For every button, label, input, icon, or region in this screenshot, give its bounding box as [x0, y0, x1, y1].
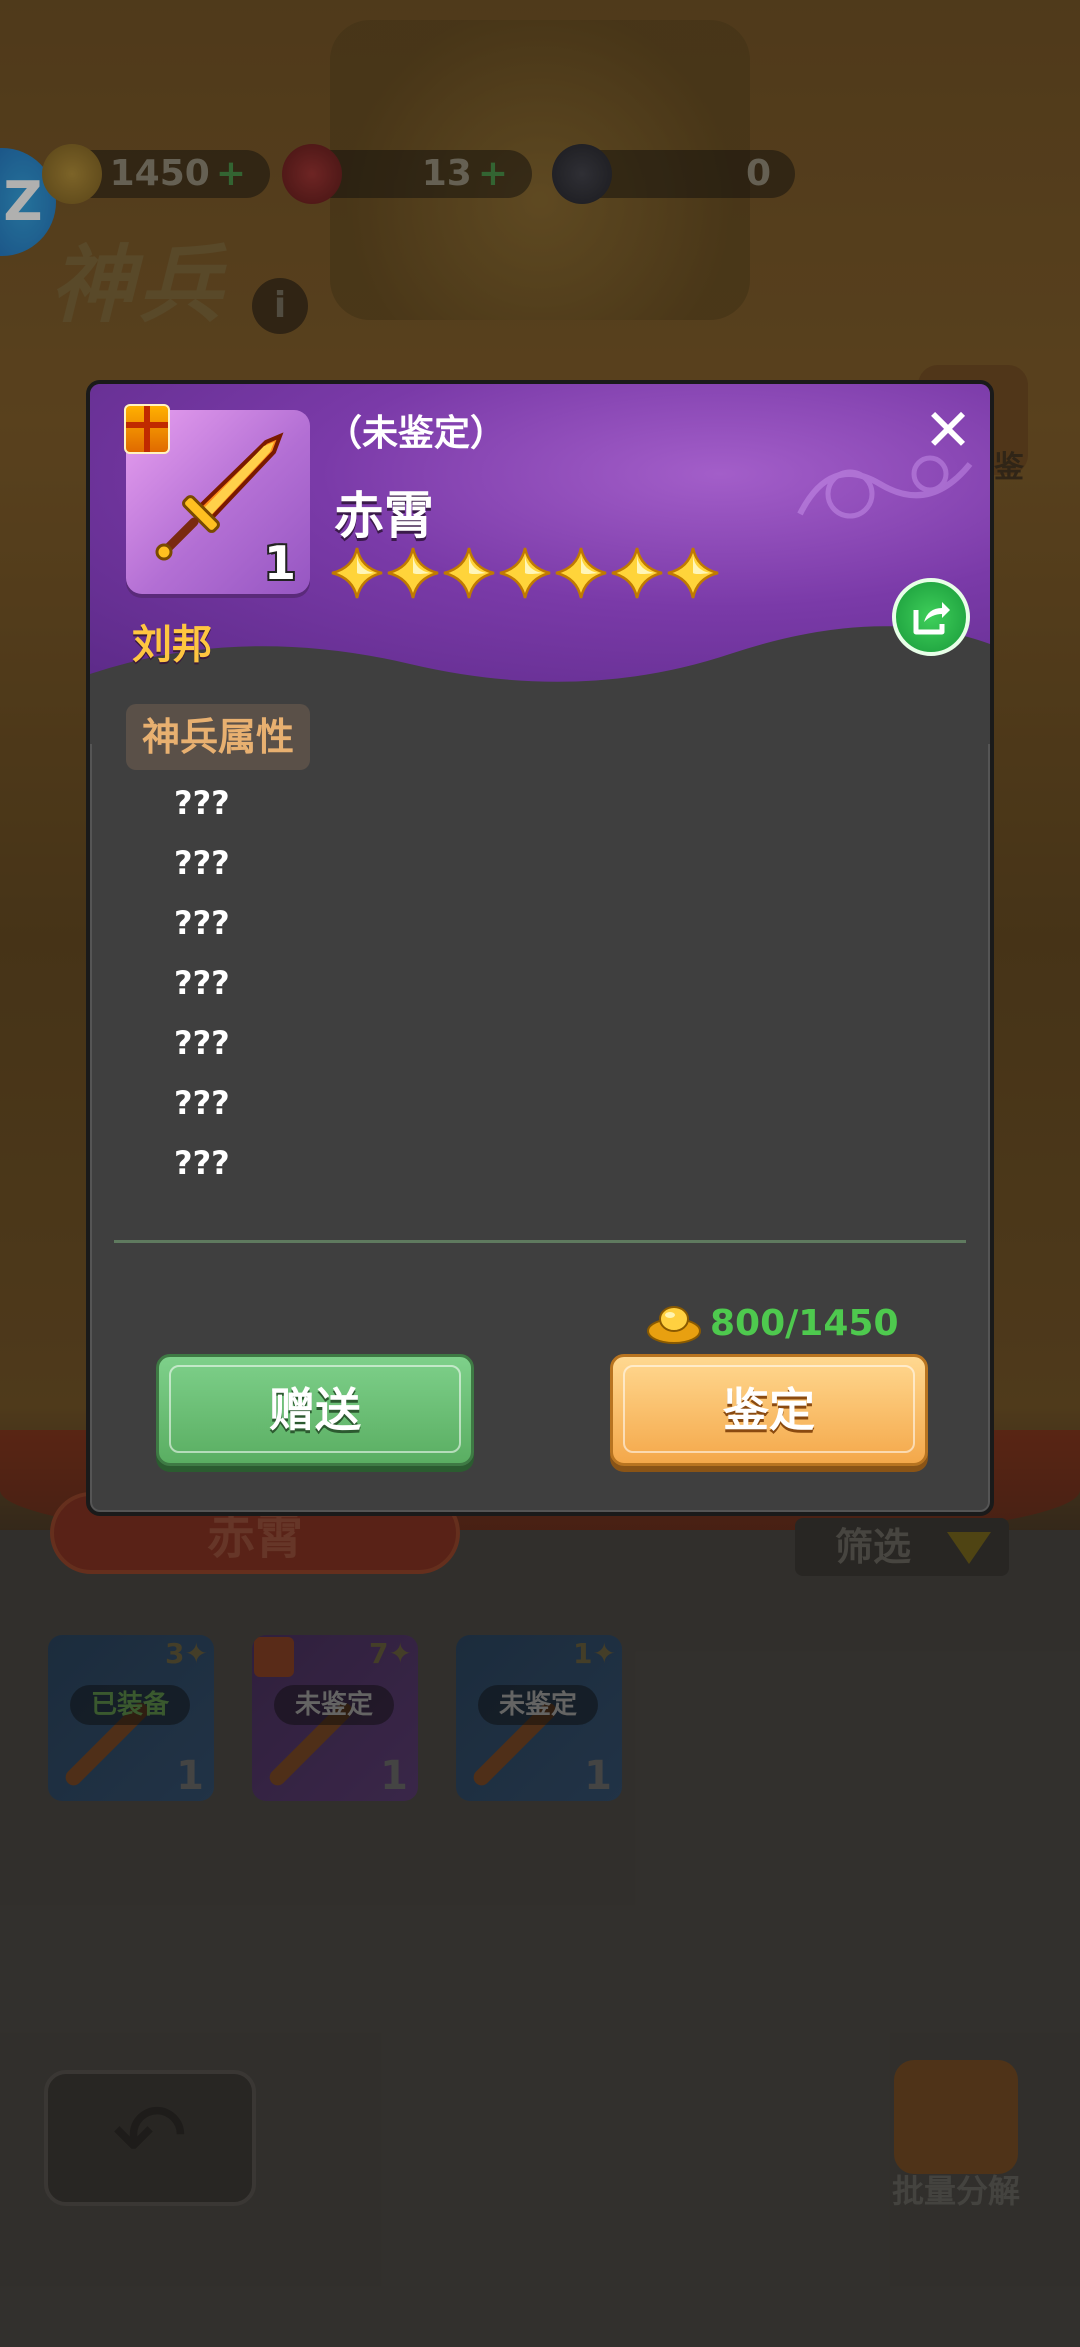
owner-name: 刘邦: [132, 622, 212, 668]
share-button[interactable]: [892, 578, 970, 656]
section-divider: [114, 1240, 966, 1243]
attribute-line: ???: [174, 844, 230, 882]
attributes-section-title: 神兵属性: [126, 704, 311, 770]
weapon-detail-dialog: 1 刘邦 （未鉴定） 赤霄 ✕ 神兵属性 ??? ??? ??? ??? ???…: [86, 380, 994, 1516]
share-icon: [913, 602, 950, 635]
weapon-name: 赤霄: [334, 487, 434, 545]
attribute-line: ???: [174, 1024, 230, 1062]
close-button[interactable]: ✕: [918, 400, 978, 460]
attribute-line: ???: [174, 784, 230, 822]
star-icon: [667, 547, 719, 599]
identify-cost: 800/1450: [646, 1298, 899, 1348]
star-icon: [443, 547, 495, 599]
item-count: 1: [263, 536, 296, 590]
star-icon: [611, 547, 663, 599]
weapon-item-slot: 1: [124, 404, 310, 594]
identify-button[interactable]: 鉴定: [610, 1354, 928, 1466]
gift-icon: [124, 404, 170, 454]
star-icon: [331, 547, 383, 599]
attribute-line: ???: [174, 904, 230, 942]
cost-text: 800/1450: [710, 1302, 899, 1344]
gold-ingot-icon: [647, 1306, 701, 1344]
attribute-line: ???: [174, 1144, 230, 1182]
star-icon: [387, 547, 439, 599]
star-icon: [555, 547, 607, 599]
attribute-line: ???: [174, 1084, 230, 1122]
star-icon: [499, 547, 551, 599]
star-rating: [330, 546, 720, 606]
identify-status: （未鉴定）: [326, 413, 507, 454]
gift-button[interactable]: 赠送: [156, 1354, 474, 1466]
attribute-line: ???: [174, 964, 230, 1002]
